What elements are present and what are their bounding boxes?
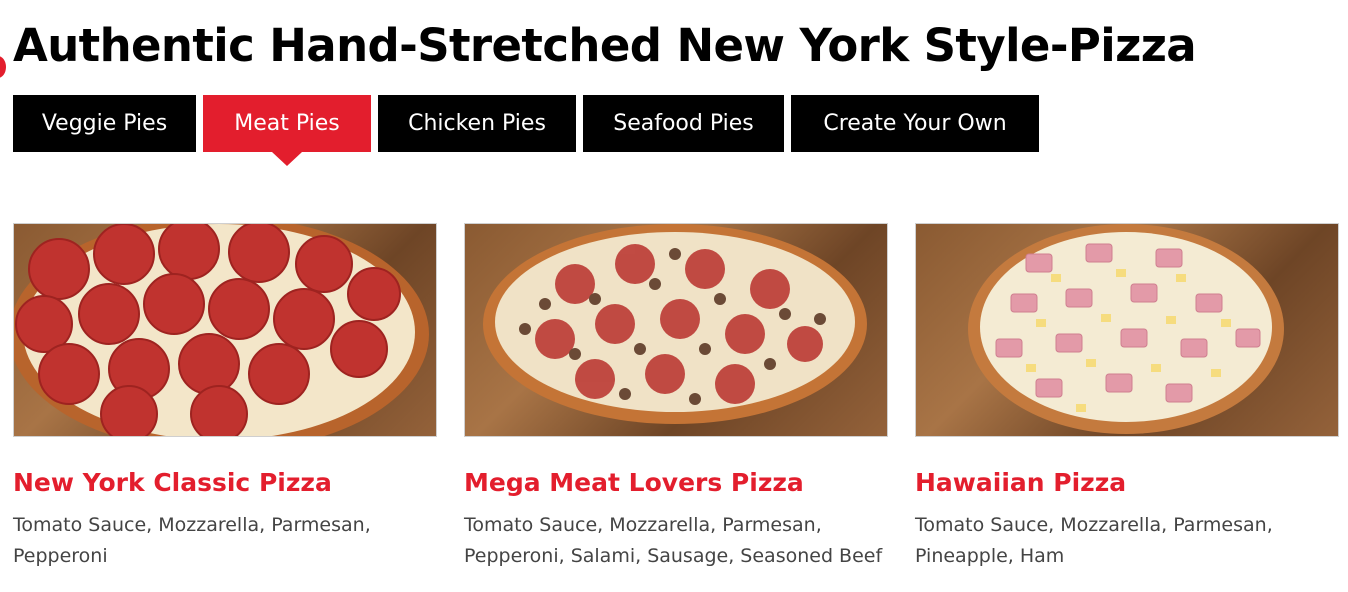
- product-ingredients: Tomato Sauce, Mozzarella, Parmesan, Pine…: [915, 510, 1348, 572]
- ingredients-line: Pepperoni: [13, 545, 108, 567]
- hawaiian-pizza-photo[interactable]: [915, 223, 1339, 437]
- product-title[interactable]: Hawaiian Pizza: [915, 468, 1339, 498]
- product-ingredients: Tomato Sauce, Mozzarella, Parmesan, Pepp…: [464, 510, 904, 572]
- ingredients-line: Tomato Sauce, Mozzarella, Parmesan,: [915, 514, 1273, 536]
- tab-create-your-own[interactable]: Create Your Own: [791, 95, 1039, 152]
- product-card: New York Classic Pizza Tomato Sauce, Moz…: [13, 223, 437, 572]
- pepperoni-pizza-photo[interactable]: [13, 223, 437, 437]
- ingredients-line: Pineapple, Ham: [915, 545, 1065, 567]
- product-title[interactable]: Mega Meat Lovers Pizza: [464, 468, 888, 498]
- product-ingredients: Tomato Sauce, Mozzarella, Parmesan, Pepp…: [13, 510, 453, 572]
- product-title[interactable]: New York Classic Pizza: [13, 468, 437, 498]
- page-title: Authentic Hand-Stretched New York Style-…: [13, 19, 1197, 72]
- ingredients-line: Tomato Sauce, Mozzarella, Parmesan,: [464, 514, 822, 536]
- ingredients-line: Tomato Sauce, Mozzarella, Parmesan,: [13, 514, 371, 536]
- tab-seafood-pies[interactable]: Seafood Pies: [583, 95, 784, 152]
- tab-meat-pies[interactable]: Meat Pies: [203, 95, 371, 166]
- tab-veggie-pies[interactable]: Veggie Pies: [13, 95, 196, 152]
- category-tabs: Veggie Pies Meat Pies Chicken Pies Seafo…: [13, 95, 1046, 166]
- product-card: Mega Meat Lovers Pizza Tomato Sauce, Moz…: [464, 223, 888, 572]
- meat-lovers-pizza-photo[interactable]: [464, 223, 888, 437]
- edge-accent-dot: [0, 56, 6, 78]
- product-card: Hawaiian Pizza Tomato Sauce, Mozzarella,…: [915, 223, 1339, 572]
- tab-chicken-pies[interactable]: Chicken Pies: [378, 95, 576, 152]
- ingredients-line: Pepperoni, Salami, Sausage, Seasoned Bee…: [464, 545, 883, 567]
